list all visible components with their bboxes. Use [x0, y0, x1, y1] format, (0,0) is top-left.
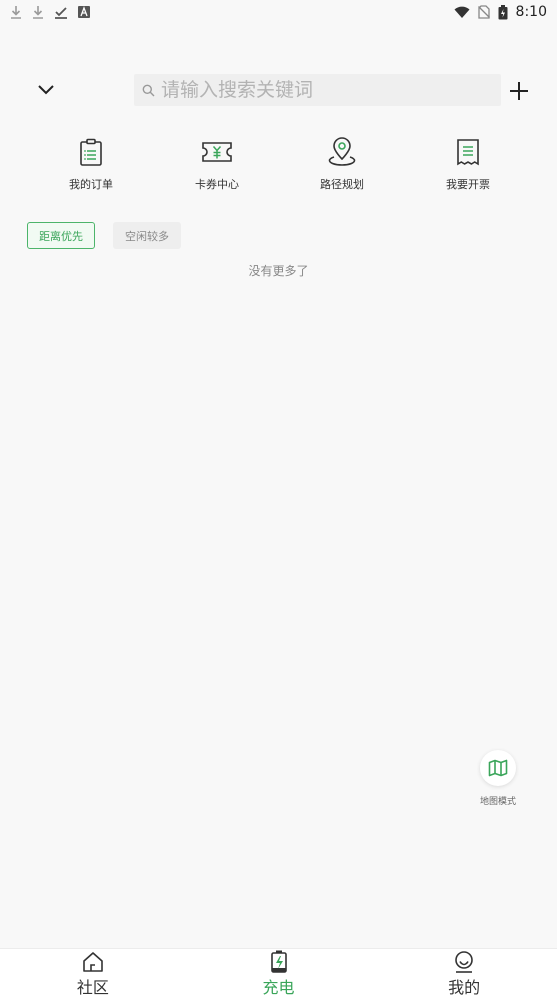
plus-icon	[510, 82, 528, 100]
quick-action-coupons[interactable]: 卡券中心	[162, 136, 272, 196]
tab-label: 充电	[262, 978, 295, 995]
download-icon	[10, 5, 22, 19]
check-icon	[54, 5, 68, 19]
list-end-text: 没有更多了	[248, 264, 309, 278]
status-bar: 8:10	[0, 0, 557, 24]
filter-more-available[interactable]: 空闲较多	[113, 222, 181, 249]
charging-icon	[270, 950, 287, 973]
search-box[interactable]	[134, 74, 501, 106]
tab-community[interactable]: 社区	[0, 949, 186, 995]
quick-action-invoice[interactable]: 我要开票	[413, 136, 523, 196]
tab-charging[interactable]: 充电	[186, 949, 372, 995]
status-system: 8:10	[454, 4, 547, 20]
download-icon	[32, 5, 44, 19]
a-icon	[78, 6, 90, 18]
ticket-icon	[202, 142, 232, 162]
quick-actions: 我的订单 卡券中心 路径规划 我要开票	[0, 136, 557, 196]
profile-icon	[455, 951, 473, 973]
tab-label: 社区	[76, 978, 109, 995]
status-notifications	[10, 5, 90, 19]
wifi-icon	[454, 6, 470, 19]
chevron-down-icon	[38, 85, 54, 95]
clipboard-icon	[80, 138, 102, 166]
add-button[interactable]	[506, 78, 532, 104]
quick-action-label: 我的订单	[69, 178, 113, 191]
search-icon	[142, 84, 155, 96]
quick-action-orders[interactable]: 我的订单	[36, 136, 146, 196]
quick-action-label: 路径规划	[320, 178, 364, 191]
location-dropdown-button[interactable]	[34, 78, 58, 102]
quick-action-label: 我要开票	[446, 178, 490, 191]
bottom-tab-bar: 社区 充电 我的	[0, 948, 557, 995]
map-mode-label: 地图模式	[479, 797, 516, 807]
no-sim-icon	[477, 5, 490, 19]
tab-profile[interactable]: 我的	[371, 949, 557, 995]
search-header	[0, 72, 557, 108]
status-time: 8:10	[515, 4, 547, 20]
quick-action-route[interactable]: 路径规划	[287, 136, 397, 196]
map-mode-circle[interactable]	[480, 750, 516, 786]
location-pin-icon	[328, 137, 356, 166]
map-mode-button[interactable]: 地图模式	[474, 750, 522, 807]
filter-distance-first[interactable]: 距离优先	[27, 222, 95, 249]
receipt-icon	[457, 139, 479, 166]
battery-icon	[498, 4, 508, 20]
quick-action-label: 卡券中心	[195, 178, 239, 191]
map-icon	[488, 759, 508, 777]
filter-chips: 距离优先 空闲较多	[27, 222, 181, 250]
search-input[interactable]	[161, 79, 481, 101]
tab-label: 我的	[448, 978, 481, 995]
home-icon	[83, 952, 103, 972]
